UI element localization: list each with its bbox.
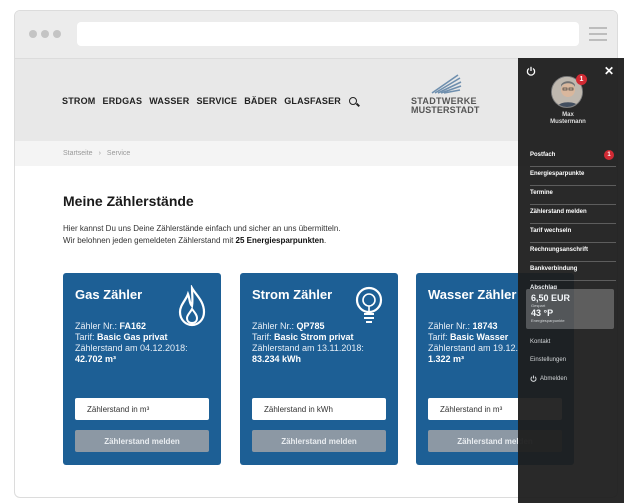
logo-text-line2: MUSTERSTADT — [411, 105, 480, 115]
reading-date: Zählerstand am 19.12. — [428, 343, 519, 353]
close-icon[interactable]: ✕ — [604, 64, 614, 78]
points-summary: 6,50 EUR Gespart 43 °P Energiesparpunkte — [526, 289, 614, 329]
window-dot[interactable] — [53, 30, 61, 38]
submit-reading-button[interactable]: Zählerstand melden — [252, 430, 386, 452]
nav-item-wasser[interactable]: WASSER — [149, 96, 189, 106]
nav-item-erdgas[interactable]: ERDGAS — [103, 96, 143, 106]
menu-item-tarif-wechseln[interactable]: Tarif wechseln — [530, 224, 616, 243]
meter-card-strom: Strom Zähler Zähler Nr.: QP785 Tarif: Ba… — [240, 273, 398, 465]
reading-date: Zählerstand am 13.11.2018: — [252, 343, 364, 353]
breadcrumb-home[interactable]: Startseite — [63, 150, 93, 157]
meter-no-value: QP785 — [296, 321, 325, 331]
tariff-value: Basic Strom privat — [274, 332, 354, 342]
logo-mark-icon — [431, 74, 462, 94]
menu-item-rechnungsanschrift[interactable]: Rechnungsanschrift — [530, 243, 616, 262]
user-last-name: Mustermann — [550, 119, 586, 125]
address-bar[interactable] — [77, 22, 579, 46]
breadcrumb-current: Service — [106, 150, 131, 157]
saved-value: 6,50 EUR — [531, 293, 571, 303]
page-title: Meine Zählerstände — [63, 193, 194, 209]
user-first-name: Max — [562, 112, 574, 118]
menu-item-postfach[interactable]: Postfach 1 — [530, 148, 616, 167]
contact-link[interactable]: Kontakt — [530, 339, 550, 345]
reading-value: 42.702 m³ — [75, 354, 117, 364]
tariff-label: Tarif: — [428, 332, 451, 342]
logout-label: Abmelden — [540, 375, 568, 382]
points-label: Energiesparpunkte — [531, 318, 565, 323]
reading-value: 1.322 m³ — [428, 354, 465, 364]
browser-toolbar — [15, 11, 617, 59]
submit-reading-button[interactable]: Zählerstand melden — [75, 430, 209, 452]
postfach-badge: 1 — [604, 150, 614, 160]
meter-reading-input[interactable] — [75, 398, 209, 420]
window-dot[interactable] — [29, 30, 37, 38]
power-icon[interactable] — [526, 66, 536, 76]
meter-info: Zähler Nr.: FA162 Tarif: Basic Gas priva… — [75, 321, 188, 365]
user-menu: Postfach 1 Energiesparpunkte Termine Zähl… — [530, 148, 616, 300]
tariff-value: Basic Wasser — [450, 332, 509, 342]
nav-item-service[interactable]: SERVICE — [196, 96, 237, 106]
notification-badge: 1 — [576, 74, 587, 85]
intro-line-2: Wir belohnen jeden gemeldeten Zählerstan… — [63, 235, 483, 247]
meter-no-label: Zähler Nr.: — [428, 321, 473, 331]
meter-no-label: Zähler Nr.: — [75, 321, 120, 331]
search-icon[interactable] — [349, 97, 358, 105]
intro-line-2-end: . — [324, 236, 327, 245]
menu-item-bankverbindung[interactable]: Bankverbindung — [530, 262, 616, 281]
meter-no-value: 18743 — [472, 321, 498, 331]
intro-line-1: Hier kannst Du uns Deine Zählerstände ei… — [63, 224, 341, 233]
tariff-label: Tarif: — [252, 332, 275, 342]
settings-link[interactable]: Einstellungen — [530, 357, 566, 363]
meter-reading-input[interactable] — [252, 398, 386, 420]
intro-line-2-text: Wir belohnen jeden gemeldeten Zählerstan… — [63, 236, 236, 245]
meter-info: Zähler Nr.: 18743 Tarif: Basic Wasser Zä… — [428, 321, 518, 365]
menu-item-zaehlerstand-melden[interactable]: Zählerstand melden — [530, 205, 616, 224]
meter-no-label: Zähler Nr.: — [252, 321, 297, 331]
reading-value: 83.234 kWh — [252, 354, 302, 364]
power-icon — [530, 375, 537, 382]
company-logo[interactable]: STADTWERKE MUSTERSTADT — [408, 73, 498, 127]
window-dot[interactable] — [41, 30, 49, 38]
user-name: Max Mustermann — [518, 112, 618, 126]
meter-no-value: FA162 — [119, 321, 147, 331]
tariff-value: Basic Gas privat — [97, 332, 168, 342]
meter-info: Zähler Nr.: QP785 Tarif: Basic Strom pri… — [252, 321, 364, 365]
points-value: 43 °P — [531, 308, 554, 318]
logout-button[interactable]: Abmelden — [530, 375, 567, 382]
intro-points-highlight: 25 Energiesparpunkten — [235, 236, 325, 245]
hamburger-menu-icon[interactable] — [589, 27, 607, 41]
menu-item-energiesparpunkte[interactable]: Energiesparpunkte — [530, 167, 616, 186]
menu-item-label: Postfach — [530, 152, 556, 158]
window-controls — [29, 30, 61, 38]
meter-card-gas: Gas Zähler Zähler Nr.: FA162 Tarif: Basi… — [63, 273, 221, 465]
user-side-panel: ✕ 1 Max Mustermann Postfach 1 Energiespar… — [518, 58, 624, 503]
intro-text: Hier kannst Du uns Deine Zählerstände ei… — [63, 223, 483, 247]
main-navigation: STROM ERDGAS WASSER SERVICE BÄDER GLASFA… — [62, 96, 358, 106]
menu-item-termine[interactable]: Termine — [530, 186, 616, 205]
nav-item-strom[interactable]: STROM — [62, 96, 96, 106]
nav-item-baeder[interactable]: BÄDER — [244, 96, 277, 106]
tariff-label: Tarif: — [75, 332, 98, 342]
nav-item-glasfaser[interactable]: GLASFASER — [284, 96, 341, 106]
reading-date: Zählerstand am 04.12.2018: — [75, 343, 188, 353]
breadcrumb-separator: › — [98, 150, 101, 157]
